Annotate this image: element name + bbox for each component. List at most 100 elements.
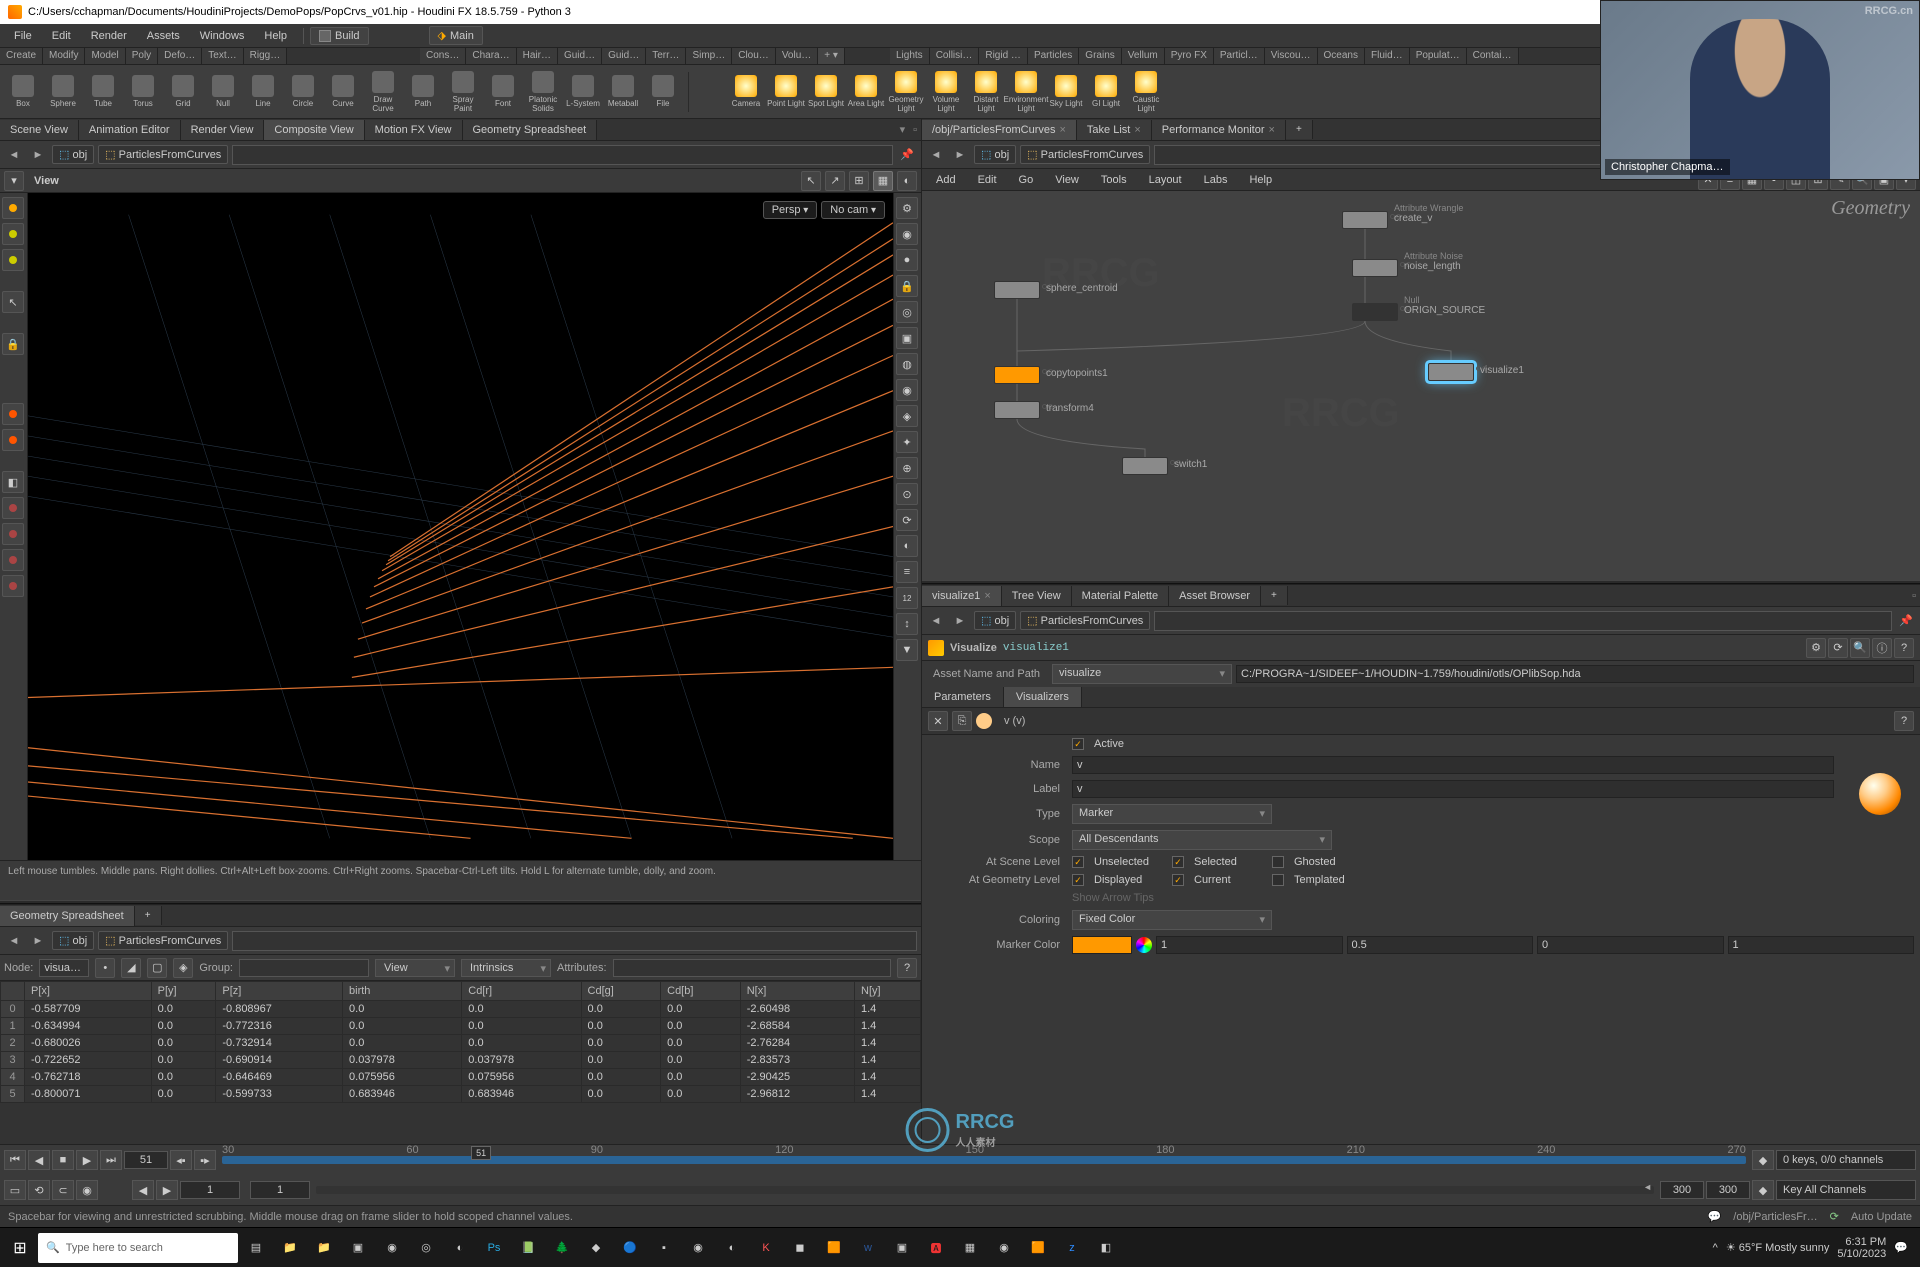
shelf-tab[interactable]: Grains <box>1079 48 1121 64</box>
shelf-tool-file[interactable]: File <box>644 68 682 116</box>
range-end-field[interactable]: 300 <box>1660 1181 1704 1199</box>
path-node[interactable]: ⬚ ParticlesFromCurves <box>98 145 228 164</box>
shelf-tool-geometry-light[interactable]: Geometry Light <box>887 68 925 116</box>
shelf-tool-environment-light[interactable]: Environment Light <box>1007 68 1045 116</box>
shelf-tool-distant-light[interactable]: Distant Light <box>967 68 1005 116</box>
display-opt-icon[interactable]: 12 <box>896 587 918 609</box>
weather-widget[interactable]: ☀ 65°F Mostly sunny <box>1726 1241 1830 1254</box>
cell[interactable]: -0.599733 <box>216 1086 343 1103</box>
current-checkbox[interactable] <box>1172 874 1184 886</box>
display-opt-icon[interactable]: ◉ <box>896 379 918 401</box>
cell[interactable]: 1.4 <box>855 1069 921 1086</box>
viz-swatch-icon[interactable] <box>976 713 992 729</box>
coloring-select[interactable]: Fixed Color <box>1072 910 1272 930</box>
pane-menu-icon[interactable]: ▾ <box>896 123 910 136</box>
info-icon[interactable]: ⓘ <box>1872 638 1892 658</box>
ghosted-checkbox[interactable] <box>1272 856 1284 868</box>
first-frame-icon[interactable]: ⏮ <box>4 1150 26 1170</box>
col-header[interactable]: N[x] <box>740 982 854 1001</box>
auto-update-toggle[interactable]: Auto Update <box>1851 1211 1912 1223</box>
playhead[interactable]: 51 <box>471 1146 491 1160</box>
3d-viewport[interactable]: Persp ▾ No cam ▾ <box>28 193 893 860</box>
menu-assets[interactable]: Assets <box>137 27 190 45</box>
network-view[interactable]: Geometry create_vAttribute Wranglenoise_… <box>922 191 1920 580</box>
current-frame-field[interactable]: 51 <box>124 1151 168 1169</box>
path-obj[interactable]: ⬚ obj <box>52 931 94 950</box>
chrome-icon[interactable]: 🔵 <box>614 1232 646 1264</box>
cell[interactable]: 0.0 <box>581 1069 661 1086</box>
range-slider[interactable]: ◄ <box>316 1186 1654 1194</box>
reload-icon[interactable]: ⟳ <box>1828 638 1848 658</box>
display-opt-icon[interactable]: ◉ <box>896 223 918 245</box>
desktop-selector-build[interactable]: Build <box>310 27 368 45</box>
select-icon[interactable]: ↖ <box>2 291 24 313</box>
display-opt-icon[interactable]: ⊕ <box>896 457 918 479</box>
shelf-tool-sky-light[interactable]: Sky Light <box>1047 68 1085 116</box>
geo-prims-icon[interactable]: ▢ <box>147 958 167 978</box>
app-icon[interactable]: ◉ <box>988 1232 1020 1264</box>
cell[interactable]: 0.0 <box>581 1018 661 1035</box>
shelf-tool-point-light[interactable]: Point Light <box>767 68 805 116</box>
shelf-tab[interactable]: Terr… <box>646 48 686 64</box>
shelf-tool-sphere[interactable]: Sphere <box>44 68 82 116</box>
node-copytopoints1[interactable]: copytopoints1 <box>994 366 1040 384</box>
cell[interactable]: -0.587709 <box>25 1001 152 1018</box>
shelf-tab[interactable]: Text… <box>202 48 243 64</box>
tab-add[interactable]: + <box>135 906 162 925</box>
shelf-tab[interactable]: Particl… <box>1214 48 1265 64</box>
select-tool2-icon[interactable]: ↗ <box>825 171 845 191</box>
back-icon[interactable]: ◄ <box>926 145 946 165</box>
pane-max-icon[interactable]: ▫ <box>1908 590 1920 602</box>
asset-path-field[interactable] <box>1236 665 1914 683</box>
cell[interactable]: 0.075956 <box>343 1069 462 1086</box>
app-icon[interactable]: ▣ <box>886 1232 918 1264</box>
cell[interactable]: -2.76284 <box>740 1035 854 1052</box>
pane-max-icon[interactable]: ▫ <box>909 124 921 136</box>
range-end-btn[interactable]: ▶ <box>156 1180 178 1200</box>
node-visualize1[interactable]: visualize1 <box>1428 363 1474 381</box>
attributes-filter[interactable] <box>613 959 891 977</box>
cell[interactable]: 1.4 <box>855 1086 921 1103</box>
tab-tree-view[interactable]: Tree View <box>1002 586 1072 606</box>
toggle-icon[interactable]: ◐ <box>897 171 917 191</box>
menu-help[interactable]: Help <box>254 27 297 45</box>
menu-windows[interactable]: Windows <box>190 27 255 45</box>
cell[interactable]: -2.60498 <box>740 1001 854 1018</box>
col-header[interactable]: P[y] <box>151 982 216 1001</box>
group-field[interactable] <box>239 959 369 977</box>
net-menu[interactable]: Layout <box>1139 171 1192 189</box>
type-select[interactable]: Marker <box>1072 804 1272 824</box>
shelf-tab[interactable]: Guid… <box>558 48 602 64</box>
cell[interactable]: 0.0 <box>343 1001 462 1018</box>
task-view-icon[interactable]: ▤ <box>240 1232 272 1264</box>
tool-icon[interactable] <box>2 223 24 245</box>
pin-icon[interactable]: 📌 <box>897 145 917 165</box>
cell[interactable]: 0 <box>1 1001 25 1018</box>
path-obj[interactable]: ⬚ obj <box>974 145 1016 164</box>
subtab-parameters[interactable]: Parameters <box>922 687 1004 707</box>
shelf-tool-area-light[interactable]: Area Light <box>847 68 885 116</box>
cell[interactable]: 3 <box>1 1052 25 1069</box>
cell[interactable]: 2 <box>1 1035 25 1052</box>
cell[interactable]: 0.0 <box>151 1052 216 1069</box>
shelf-tab[interactable]: Chara… <box>466 48 516 64</box>
asset-name-select[interactable]: visualize <box>1052 664 1232 684</box>
app-icon[interactable]: ◉ <box>376 1232 408 1264</box>
active-checkbox[interactable] <box>1072 738 1084 750</box>
display-opt-icon[interactable]: ⊙ <box>896 483 918 505</box>
node-transform4[interactable]: transform4 <box>994 401 1040 419</box>
col-header[interactable]: N[y] <box>855 982 921 1001</box>
net-menu[interactable]: Labs <box>1194 171 1238 189</box>
net-menu[interactable]: Add <box>926 171 966 189</box>
shelf-tab[interactable]: Model <box>85 48 125 64</box>
shelf-tab[interactable]: Viscou… <box>1265 48 1318 64</box>
cell[interactable]: 0.0 <box>343 1018 462 1035</box>
tab-network[interactable]: Performance Monitor × <box>1152 120 1286 140</box>
tray-overflow-icon[interactable]: ^ <box>1713 1242 1718 1254</box>
cell[interactable]: 0.0 <box>661 1018 741 1035</box>
range-start-field[interactable]: 1 <box>180 1181 240 1199</box>
menu-render[interactable]: Render <box>81 27 137 45</box>
shelf-tab[interactable]: Simp… <box>686 48 732 64</box>
intrinsics-select[interactable]: Intrinsics <box>461 959 551 977</box>
step-fwd-icon[interactable]: ▪▸ <box>194 1150 216 1170</box>
